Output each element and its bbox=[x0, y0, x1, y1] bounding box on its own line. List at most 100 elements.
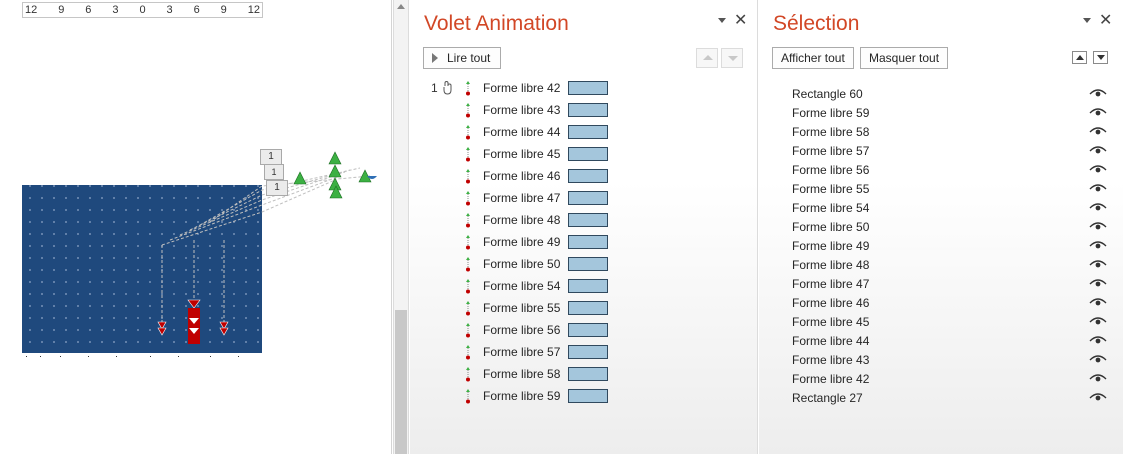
selection-item-label[interactable]: Forme libre 57 bbox=[792, 144, 869, 158]
eye-icon[interactable] bbox=[1089, 240, 1107, 250]
animation-timing-bar[interactable] bbox=[568, 213, 608, 227]
animation-timing-bar[interactable] bbox=[568, 323, 608, 337]
send-backward-button[interactable] bbox=[1093, 51, 1108, 64]
play-all-button[interactable]: Lire tout bbox=[423, 47, 501, 69]
selection-item-label[interactable]: Forme libre 42 bbox=[792, 372, 869, 386]
animation-list-item[interactable]: Forme libre 48 bbox=[410, 209, 757, 231]
selection-list-item[interactable]: Rectangle 60 bbox=[759, 84, 1123, 103]
animation-list-item[interactable]: Forme libre 46 bbox=[410, 165, 757, 187]
selection-item-label[interactable]: Forme libre 45 bbox=[792, 315, 869, 329]
selection-list-item[interactable]: Forme libre 44 bbox=[759, 331, 1123, 350]
selection-item-label[interactable]: Forme libre 46 bbox=[792, 296, 869, 310]
animation-timing-bar[interactable] bbox=[568, 257, 608, 271]
selection-list-item[interactable]: Forme libre 48 bbox=[759, 255, 1123, 274]
eye-icon[interactable] bbox=[1089, 107, 1107, 117]
animation-list-item[interactable]: Forme libre 47 bbox=[410, 187, 757, 209]
selection-item-label[interactable]: Forme libre 54 bbox=[792, 201, 869, 215]
selection-list-item[interactable]: Forme libre 57 bbox=[759, 141, 1123, 160]
eye-icon[interactable] bbox=[1089, 126, 1107, 136]
animation-list-item[interactable]: Forme libre 50 bbox=[410, 253, 757, 275]
hide-all-button[interactable]: Masquer tout bbox=[860, 47, 949, 69]
eye-icon[interactable] bbox=[1089, 183, 1107, 193]
animation-list-item[interactable]: Forme libre 59 bbox=[410, 385, 757, 407]
move-earlier-button[interactable] bbox=[696, 48, 718, 68]
selection-list-item[interactable]: Forme libre 42 bbox=[759, 369, 1123, 388]
eye-icon[interactable] bbox=[1089, 373, 1107, 383]
animation-sequence-tag[interactable]: 1 bbox=[260, 149, 282, 165]
selection-item-label[interactable]: Forme libre 44 bbox=[792, 334, 869, 348]
close-icon[interactable]: ✕ bbox=[734, 13, 747, 29]
eye-icon[interactable] bbox=[1089, 88, 1107, 98]
animation-timing-bar[interactable] bbox=[568, 345, 608, 359]
eye-icon[interactable] bbox=[1089, 335, 1107, 345]
selection-list-item[interactable]: Forme libre 59 bbox=[759, 103, 1123, 122]
close-icon[interactable]: ✕ bbox=[1099, 13, 1112, 29]
eye-icon[interactable] bbox=[1089, 145, 1107, 155]
scrollbar-thumb[interactable] bbox=[395, 310, 407, 454]
animation-list-item[interactable]: 1 Forme libre 42 bbox=[410, 77, 757, 99]
animation-list-item[interactable]: Forme libre 44 bbox=[410, 121, 757, 143]
pane-options-dropdown[interactable] bbox=[718, 18, 726, 23]
selection-item-label[interactable]: Forme libre 50 bbox=[792, 220, 869, 234]
animation-timing-bar[interactable] bbox=[568, 279, 608, 293]
animation-timing-bar[interactable] bbox=[568, 81, 608, 95]
selection-item-label[interactable]: Forme libre 48 bbox=[792, 258, 869, 272]
selection-item-label[interactable]: Rectangle 27 bbox=[792, 391, 863, 405]
selection-item-label[interactable]: Forme libre 43 bbox=[792, 353, 869, 367]
animation-list-item[interactable]: Forme libre 54 bbox=[410, 275, 757, 297]
animation-list-item[interactable]: Forme libre 56 bbox=[410, 319, 757, 341]
selection-list-item[interactable]: Forme libre 55 bbox=[759, 179, 1123, 198]
selection-list-item[interactable]: Rectangle 27 bbox=[759, 388, 1123, 407]
animation-list-item[interactable]: Forme libre 45 bbox=[410, 143, 757, 165]
selection-list-item[interactable]: Forme libre 49 bbox=[759, 236, 1123, 255]
selection-list-item[interactable]: Forme libre 54 bbox=[759, 198, 1123, 217]
animation-timing-bar[interactable] bbox=[568, 235, 608, 249]
selection-item-label[interactable]: Forme libre 47 bbox=[792, 277, 869, 291]
animation-timing-bar[interactable] bbox=[568, 147, 608, 161]
selection-item-label[interactable]: Forme libre 56 bbox=[792, 163, 869, 177]
animation-sequence-tag[interactable]: 1 bbox=[264, 164, 284, 180]
animation-timing-bar[interactable] bbox=[568, 125, 608, 139]
eye-icon[interactable] bbox=[1089, 259, 1107, 269]
eye-icon[interactable] bbox=[1089, 316, 1107, 326]
animation-list-item[interactable]: Forme libre 55 bbox=[410, 297, 757, 319]
animation-timing-bar[interactable] bbox=[568, 389, 608, 403]
selection-list-item[interactable]: Forme libre 58 bbox=[759, 122, 1123, 141]
animation-timing-bar[interactable] bbox=[568, 103, 608, 117]
eye-icon[interactable] bbox=[1089, 202, 1107, 212]
animation-timing-bar[interactable] bbox=[568, 191, 608, 205]
slide-editing-area[interactable]: 12 9 6 3 0 3 6 9 12 1 1 1 bbox=[0, 0, 392, 454]
pane-options-dropdown[interactable] bbox=[1083, 18, 1091, 23]
show-all-button[interactable]: Afficher tout bbox=[772, 47, 854, 69]
eye-icon[interactable] bbox=[1089, 164, 1107, 174]
selection-item-label[interactable]: Forme libre 58 bbox=[792, 125, 869, 139]
selection-list-item[interactable]: Forme libre 46 bbox=[759, 293, 1123, 312]
selection-item-label[interactable]: Forme libre 59 bbox=[792, 106, 869, 120]
move-later-button[interactable] bbox=[721, 48, 743, 68]
chevron-down-icon[interactable] bbox=[718, 18, 726, 23]
animation-timing-bar[interactable] bbox=[568, 169, 608, 183]
chevron-down-icon[interactable] bbox=[1083, 18, 1091, 23]
animation-timing-bar[interactable] bbox=[568, 301, 608, 315]
animation-list-item[interactable]: Forme libre 43 bbox=[410, 99, 757, 121]
scroll-up-arrow-icon[interactable] bbox=[394, 0, 408, 14]
eye-icon[interactable] bbox=[1089, 392, 1107, 402]
vertical-scrollbar[interactable] bbox=[393, 0, 409, 454]
selection-list-item[interactable]: Forme libre 45 bbox=[759, 312, 1123, 331]
eye-icon[interactable] bbox=[1089, 278, 1107, 288]
animation-list-item[interactable]: Forme libre 58 bbox=[410, 363, 757, 385]
animation-list-item[interactable]: Forme libre 57 bbox=[410, 341, 757, 363]
selection-list-item[interactable]: Forme libre 43 bbox=[759, 350, 1123, 369]
selection-item-label[interactable]: Forme libre 49 bbox=[792, 239, 869, 253]
selection-item-label[interactable]: Forme libre 55 bbox=[792, 182, 869, 196]
selection-list-item[interactable]: Forme libre 47 bbox=[759, 274, 1123, 293]
eye-icon[interactable] bbox=[1089, 354, 1107, 364]
slide-canvas[interactable] bbox=[0, 0, 392, 454]
selection-list-item[interactable]: Forme libre 50 bbox=[759, 217, 1123, 236]
bring-forward-button[interactable] bbox=[1072, 51, 1087, 64]
eye-icon[interactable] bbox=[1089, 297, 1107, 307]
selection-list-item[interactable]: Forme libre 56 bbox=[759, 160, 1123, 179]
animation-sequence-tag[interactable]: 1 bbox=[266, 180, 288, 196]
animation-timing-bar[interactable] bbox=[568, 367, 608, 381]
selection-item-label[interactable]: Rectangle 60 bbox=[792, 87, 863, 101]
